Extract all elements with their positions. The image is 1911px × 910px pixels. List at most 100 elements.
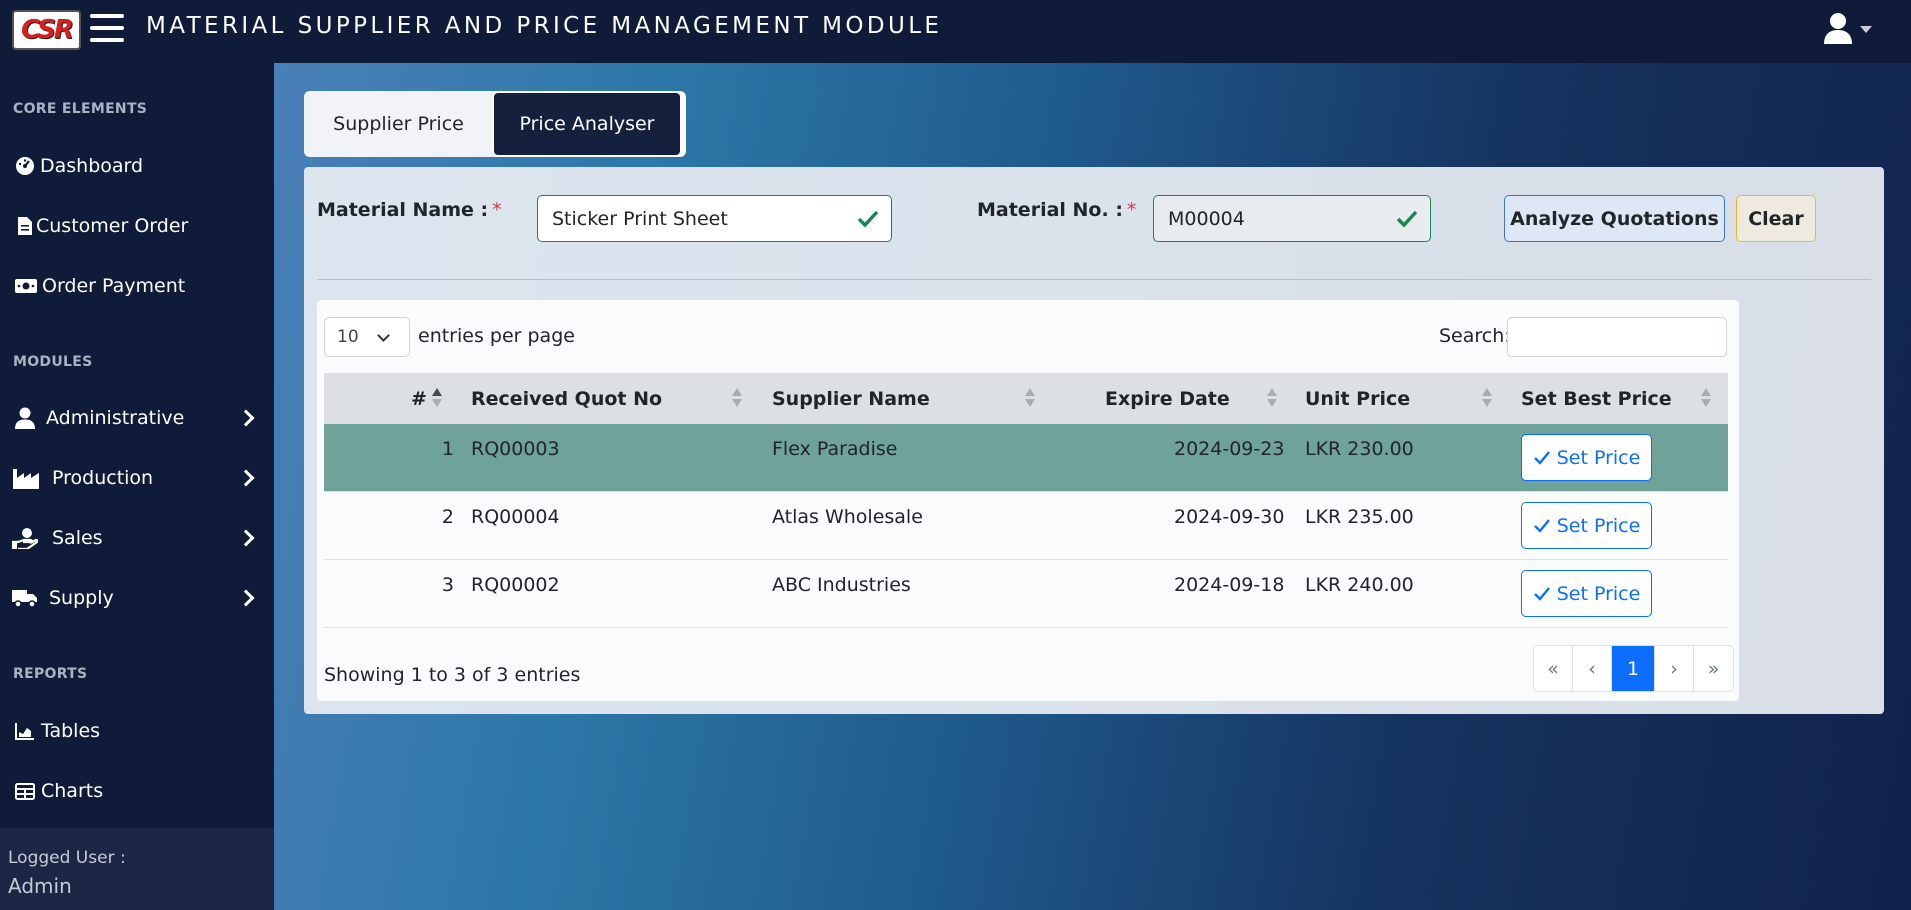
set-price-label: Set Price	[1556, 582, 1641, 605]
chevron-right-icon	[237, 409, 255, 427]
money-icon	[13, 274, 39, 298]
logo-text: CSR	[21, 15, 74, 45]
sidebar-item-dashboard[interactable]: Dashboard	[0, 144, 274, 188]
analyze-quotations-button[interactable]: Analyze Quotations	[1504, 195, 1725, 242]
cell-index: 2	[441, 506, 454, 528]
brand-logo[interactable]: CSR	[12, 10, 81, 50]
user-icon	[12, 406, 38, 430]
entries-per-page-select[interactable]: 10	[324, 317, 410, 357]
column-header-expire-date[interactable]: Expire Date	[1105, 373, 1230, 424]
sort-icon	[1482, 387, 1492, 409]
sort-icon	[1267, 387, 1277, 409]
cell-unit-price: LKR 240.00	[1305, 574, 1414, 596]
pagination-next[interactable]: ›	[1655, 646, 1694, 691]
pagination: « ‹ 1 › »	[1533, 645, 1734, 692]
set-price-button[interactable]: Set Price	[1521, 434, 1652, 481]
search-input[interactable]	[1507, 317, 1727, 357]
material-no-value: M00004	[1168, 207, 1245, 230]
pagination-last[interactable]: »	[1694, 646, 1733, 691]
cell-quot-no: RQ00003	[471, 438, 560, 460]
sidebar-item-label: Customer Order	[36, 215, 189, 237]
sidebar-item-sales[interactable]: Sales	[0, 516, 274, 560]
clear-button[interactable]: Clear	[1736, 195, 1816, 242]
table-icon	[12, 779, 38, 803]
required-mark: *	[492, 199, 502, 221]
cell-expire-date: 2024-09-23	[1174, 438, 1285, 460]
sidebar: CORE ELEMENTS Dashboard Customer Order O…	[0, 63, 274, 910]
chevron-right-icon	[237, 469, 255, 487]
cell-unit-price: LKR 235.00	[1305, 506, 1414, 528]
quotations-table-card: 10 entries per page Search: # Received Q…	[317, 300, 1739, 701]
sidebar-item-label: Supply	[49, 587, 114, 609]
truck-icon	[12, 586, 38, 610]
sidebar-item-customer-order[interactable]: Customer Order	[0, 204, 274, 248]
set-price-button[interactable]: Set Price	[1521, 570, 1652, 617]
sort-icon	[432, 387, 442, 409]
sidebar-heading-core: CORE ELEMENTS	[13, 101, 148, 117]
set-price-label: Set Price	[1556, 514, 1641, 537]
cell-unit-price: LKR 230.00	[1305, 438, 1414, 460]
tab-supplier-price[interactable]: Supplier Price	[304, 91, 493, 157]
pagination-page-1[interactable]: 1	[1612, 646, 1655, 691]
sidebar-footer: Logged User : Admin	[0, 828, 274, 910]
column-header-quot-no[interactable]: Received Quot No	[471, 373, 662, 424]
search-label: Search:	[1439, 325, 1511, 347]
table-info: Showing 1 to 3 of 3 entries	[324, 664, 581, 686]
price-analyser-panel: Material Name : * Sticker Print Sheet Mat…	[304, 167, 1884, 714]
document-icon	[12, 214, 38, 238]
check-icon	[1533, 586, 1550, 601]
sidebar-item-label: Sales	[52, 527, 103, 549]
divider	[317, 279, 1871, 280]
sidebar-item-tables[interactable]: Tables	[0, 709, 274, 753]
material-name-input[interactable]: Sticker Print Sheet	[537, 195, 892, 242]
sidebar-item-administrative[interactable]: Administrative	[0, 396, 274, 440]
column-header-index[interactable]: #	[411, 373, 427, 424]
material-no-input[interactable]: M00004	[1153, 195, 1431, 242]
check-icon	[1533, 450, 1550, 465]
cell-supplier: Flex Paradise	[772, 438, 898, 460]
entries-per-page-label: entries per page	[418, 325, 575, 347]
set-price-button[interactable]: Set Price	[1521, 502, 1652, 549]
chevron-right-icon	[237, 529, 255, 547]
cell-expire-date: 2024-09-18	[1174, 574, 1285, 596]
cell-expire-date: 2024-09-30	[1174, 506, 1285, 528]
cell-supplier: Atlas Wholesale	[772, 506, 923, 528]
column-header-unit-price[interactable]: Unit Price	[1305, 373, 1410, 424]
sidebar-heading-modules: MODULES	[13, 354, 93, 370]
sidebar-item-supply[interactable]: Supply	[0, 576, 274, 620]
table-row: 3 RQ00002 ABC Industries 2024-09-18 LKR …	[324, 560, 1728, 628]
pagination-first[interactable]: «	[1534, 646, 1573, 691]
tab-price-analyser[interactable]: Price Analyser	[492, 91, 682, 157]
sidebar-item-production[interactable]: Production	[0, 456, 274, 500]
tab-bar: Supplier Price Price Analyser	[304, 91, 686, 157]
material-name-value: Sticker Print Sheet	[552, 207, 728, 230]
sidebar-item-label: Order Payment	[42, 275, 186, 297]
entries-per-page-value: 10	[337, 327, 359, 347]
column-header-set-best-price[interactable]: Set Best Price	[1521, 373, 1672, 424]
column-header-supplier[interactable]: Supplier Name	[772, 373, 930, 424]
main-content: Supplier Price Price Analyser Material N…	[274, 63, 1911, 910]
cell-quot-no: RQ00004	[471, 506, 560, 528]
table-header: # Received Quot No Supplier Name Expire …	[324, 373, 1728, 424]
cell-index: 3	[441, 574, 454, 596]
pagination-prev[interactable]: ‹	[1573, 646, 1612, 691]
check-icon	[1396, 210, 1418, 228]
cell-supplier: ABC Industries	[772, 574, 911, 596]
sidebar-item-label: Tables	[41, 720, 101, 742]
logged-user-name: Admin	[8, 874, 72, 898]
sidebar-item-label: Charts	[41, 780, 104, 802]
user-icon	[1824, 13, 1852, 44]
sidebar-item-charts[interactable]: Charts	[0, 769, 274, 813]
sidebar-item-label: Production	[52, 467, 154, 489]
menu-icon[interactable]	[90, 14, 124, 42]
sidebar-item-order-payment[interactable]: Order Payment	[0, 264, 274, 308]
chevron-down-icon	[377, 329, 390, 342]
table-row: 2 RQ00004 Atlas Wholesale 2024-09-30 LKR…	[324, 492, 1728, 560]
material-no-label: Material No. : *	[977, 199, 1137, 221]
logged-user-label: Logged User :	[8, 848, 126, 868]
user-menu[interactable]	[1822, 12, 1874, 48]
sidebar-heading-reports: REPORTS	[13, 666, 88, 682]
sort-icon	[1025, 387, 1035, 409]
material-name-label: Material Name : *	[317, 199, 502, 221]
app-title: MATERIAL SUPPLIER AND PRICE MANAGEMENT M…	[146, 13, 943, 39]
